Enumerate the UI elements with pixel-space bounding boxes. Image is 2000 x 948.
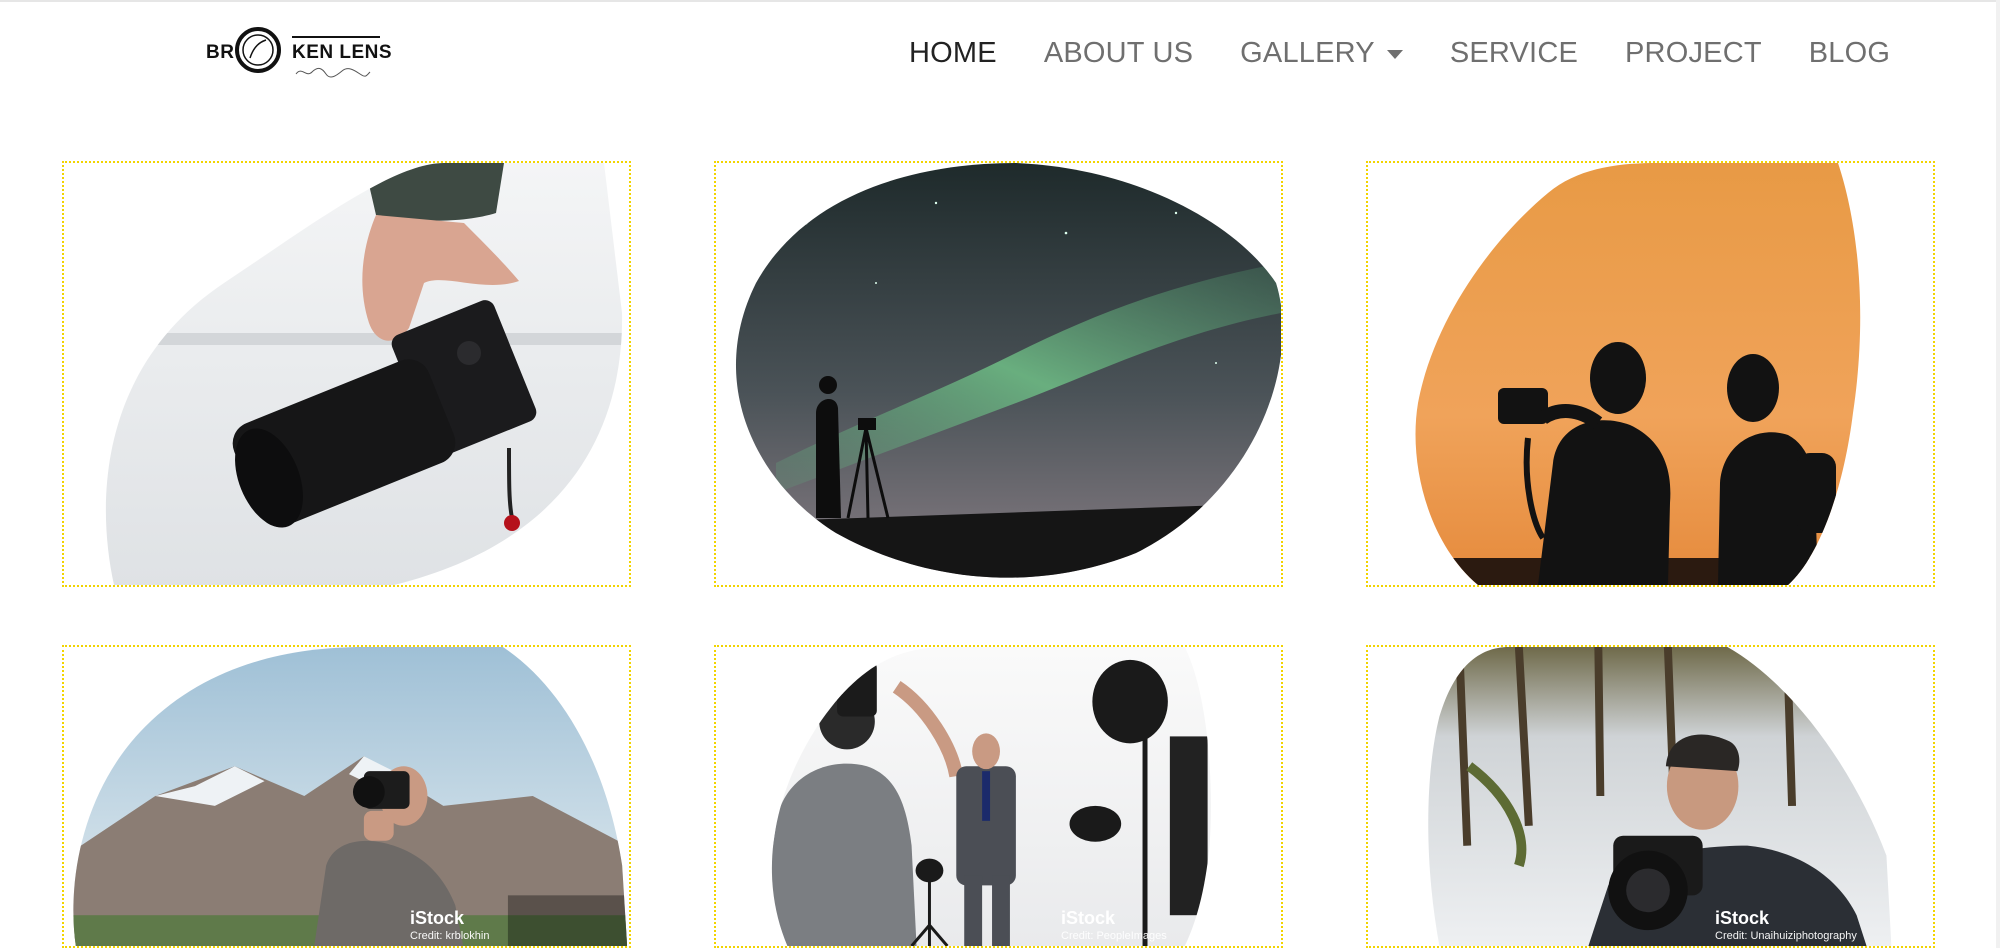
gallery-image-1 xyxy=(105,163,623,585)
nav-home[interactable]: HOME xyxy=(909,37,997,70)
lens-ring-icon xyxy=(235,27,281,73)
site-logo[interactable]: BR KEN LENS xyxy=(204,24,392,82)
chevron-down-icon xyxy=(1386,49,1403,59)
watermark-credit: Credit: krblokhin xyxy=(410,930,490,942)
nav-home-label: HOME xyxy=(909,36,997,69)
watermark-credit: Credit: Unaihuiziphotography xyxy=(1715,930,1857,942)
watermark-brand: iStock xyxy=(1061,908,1116,928)
gallery-card-1[interactable] xyxy=(62,161,631,587)
top-border xyxy=(0,0,2000,2)
gallery-image-5 xyxy=(771,647,1211,946)
nav-about-us-label: ABOUT US xyxy=(1043,36,1194,69)
nav-gallery[interactable]: GALLERY xyxy=(1240,37,1403,70)
gallery-card-4[interactable]: iStock Credit: krblokhin xyxy=(62,645,631,948)
nav-project[interactable]: PROJECT xyxy=(1625,37,1762,70)
nav-project-label: PROJECT xyxy=(1625,36,1762,69)
logo-word-left: BR xyxy=(206,42,235,63)
gallery-image-4 xyxy=(73,647,628,946)
watermark-brand: iStock xyxy=(1715,908,1770,928)
main-nav: HOME ABOUT US GALLERY SERVICE PROJECT BL… xyxy=(909,30,1890,76)
gallery-image-2 xyxy=(735,163,1281,578)
gallery-card-6[interactable]: iStock Credit: Unaihuiziphotography xyxy=(1366,645,1935,948)
logo-word-right: KEN LENS xyxy=(292,42,393,63)
watermark-credit: Credit: PeopleImages xyxy=(1061,930,1167,942)
gallery-card-3[interactable] xyxy=(1366,161,1935,587)
watermark-brand: iStock xyxy=(410,908,465,928)
watermark-credit-5: iStock Credit: PeopleImages xyxy=(1061,909,1167,943)
nav-service-label: SERVICE xyxy=(1449,36,1579,69)
logo-script-mark xyxy=(295,67,371,78)
watermark-credit-6: iStock Credit: Unaihuiziphotography xyxy=(1715,909,1857,943)
gallery-card-5[interactable]: iStock Credit: PeopleImages xyxy=(714,645,1283,948)
page-scrollbar[interactable] xyxy=(1996,0,2000,948)
logo-rule xyxy=(292,36,380,38)
gallery-image-6 xyxy=(1428,647,1892,946)
gallery-card-2[interactable] xyxy=(714,161,1283,587)
nav-gallery-label: GALLERY xyxy=(1240,36,1375,69)
nav-service[interactable]: SERVICE xyxy=(1450,37,1578,70)
nav-blog[interactable]: BLOG xyxy=(1809,37,1890,70)
nav-about-us[interactable]: ABOUT US xyxy=(1044,37,1193,70)
nav-blog-label: BLOG xyxy=(1808,36,1891,69)
gallery-image-3 xyxy=(1415,163,1861,585)
watermark-credit-4: iStock Credit: krblokhin xyxy=(410,909,489,943)
